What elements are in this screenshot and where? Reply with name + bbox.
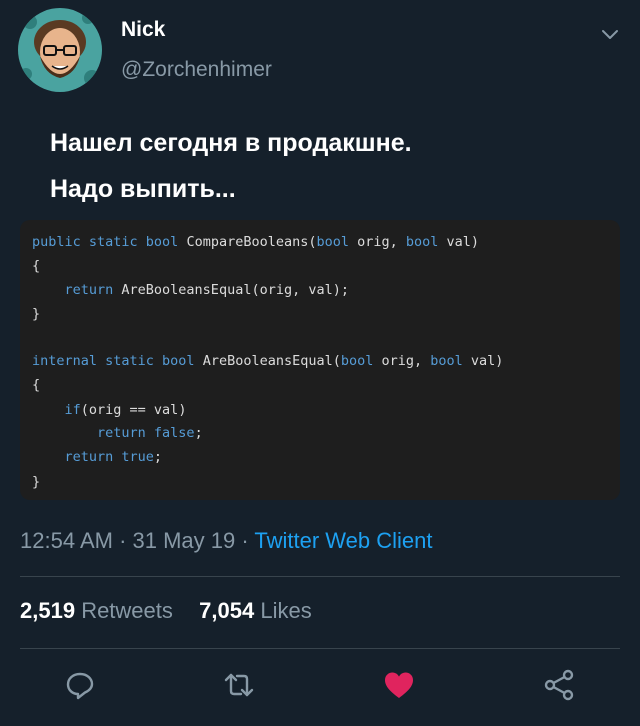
code-token: orig, — [373, 353, 431, 369]
code-line: return AreBooleansEqual(orig, val); — [32, 279, 349, 301]
code-keyword: bool — [340, 353, 374, 369]
code-token: } — [32, 474, 41, 490]
likes-count: 7,054 — [199, 598, 255, 623]
retweet-icon[interactable] — [222, 668, 256, 702]
code-token: ; — [153, 449, 163, 465]
tweet-line: Нашел сегодня в продакшне. — [50, 129, 412, 157]
avatar-illustration — [18, 8, 102, 92]
tweet-text: Нашел сегодня в продакшне. Надо выпить..… — [50, 120, 412, 212]
author-name[interactable]: Nick — [121, 18, 165, 42]
code-token: (orig == val) — [80, 402, 187, 418]
meta-separator: · — [235, 528, 255, 553]
share-icon[interactable] — [542, 668, 576, 702]
code-image[interactable]: public static bool CompareBooleans(bool … — [20, 220, 620, 500]
code-keyword: public static bool — [32, 234, 187, 250]
code-keyword: bool — [316, 234, 349, 250]
code-line: } — [32, 303, 40, 325]
retweets-count: 2,519 — [20, 598, 76, 623]
code-line: if(orig == val) — [32, 399, 187, 421]
tweet-time[interactable]: 12:54 AM — [20, 528, 113, 553]
author-handle[interactable]: @Zorchenhimer — [121, 58, 272, 82]
code-token: AreBooleansEqual(orig, val); — [121, 282, 349, 298]
tweet-line: Надо выпить... — [50, 175, 236, 203]
likes-label: Likes — [260, 598, 312, 623]
code-token: AreBooleansEqual( — [202, 353, 341, 369]
code-line: public static bool CompareBooleans(bool … — [32, 231, 479, 253]
code-token: CompareBooleans( — [186, 234, 317, 250]
avatar[interactable] — [18, 8, 102, 92]
code-keyword: bool — [430, 353, 463, 369]
code-keyword: return — [32, 282, 122, 298]
code-keyword: bool — [405, 234, 439, 250]
code-keyword: return false — [32, 425, 195, 441]
retweets-stat[interactable]: 2,519 Retweets — [20, 598, 179, 623]
tweet-client-link[interactable]: Twitter Web Client — [254, 528, 432, 553]
code-token: val) — [462, 353, 504, 369]
tweet-date[interactable]: 31 May 19 — [133, 528, 236, 553]
code-token: ; — [194, 425, 203, 441]
code-token: val) — [438, 234, 480, 250]
retweets-label: Retweets — [81, 598, 173, 623]
code-keyword: internal static bool — [32, 353, 203, 369]
code-line: return false; — [32, 422, 203, 444]
code-line: return true; — [32, 446, 163, 468]
heart-icon[interactable] — [382, 668, 416, 702]
code-line: { — [32, 255, 40, 277]
code-line: internal static bool AreBooleansEqual(bo… — [32, 350, 503, 372]
code-token: { — [32, 258, 41, 274]
reply-icon[interactable] — [63, 668, 97, 702]
tweet-stats: 2,519 Retweets 7,054 Likes — [20, 598, 312, 624]
tweet-meta: 12:54 AM · 31 May 19 · Twitter Web Clien… — [20, 528, 433, 554]
code-keyword: return true — [32, 449, 154, 465]
likes-stat[interactable]: 7,054 Likes — [199, 598, 312, 623]
code-token: orig, — [349, 234, 406, 250]
code-keyword: if — [32, 402, 81, 418]
code-line: } — [32, 471, 40, 493]
divider — [20, 576, 620, 577]
code-token: } — [32, 306, 41, 322]
code-token: { — [32, 377, 41, 393]
divider — [20, 648, 620, 649]
meta-separator: · — [112, 528, 133, 553]
chevron-down-icon[interactable] — [598, 22, 622, 46]
code-line: { — [32, 374, 40, 396]
